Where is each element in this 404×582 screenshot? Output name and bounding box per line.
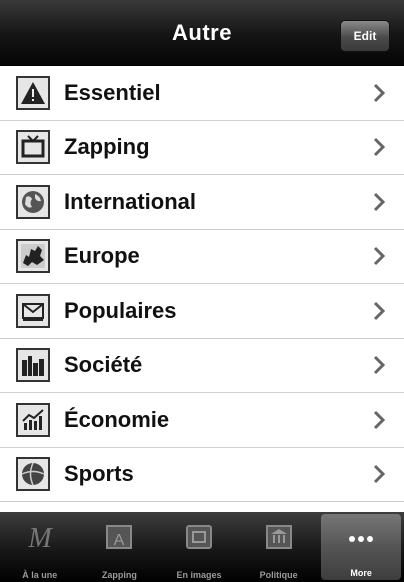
list-item-label: Zapping — [64, 134, 150, 160]
list-item-populaires[interactable]: Populaires — [0, 284, 404, 339]
tab-label: Politique — [259, 570, 298, 580]
globe-icon — [16, 184, 50, 219]
list-item-label: Société — [64, 352, 143, 378]
section-list: Essentiel Zapping International Europe P… — [0, 66, 404, 512]
chevron-right-icon — [373, 410, 386, 429]
list-item-label: Sports — [64, 461, 134, 487]
ball-icon — [16, 457, 50, 492]
m-logo-icon: M — [23, 520, 57, 554]
list-item-label: Populaires — [64, 297, 177, 323]
edit-button[interactable]: Edit — [340, 20, 390, 52]
list-item-societe[interactable]: Société — [0, 338, 404, 393]
chevron-right-icon — [373, 83, 386, 102]
list-item-essentiel[interactable]: Essentiel — [0, 66, 404, 121]
list-item-label: Économie — [64, 406, 170, 432]
europe-map-icon — [16, 239, 50, 274]
list-item-economie[interactable]: Économie — [0, 393, 404, 448]
chevron-right-icon — [373, 138, 386, 157]
list-item-zapping[interactable]: Zapping — [0, 120, 404, 175]
chevron-right-icon — [373, 465, 386, 484]
images-icon — [182, 520, 216, 554]
tab-bar: M À la une A Zapping En images Politique… — [0, 512, 404, 582]
tab-politique[interactable]: Politique — [239, 512, 319, 582]
zapping-icon: A — [102, 520, 136, 554]
tab-label: More — [350, 568, 372, 578]
politique-icon — [262, 520, 296, 554]
tab-label: Zapping — [101, 570, 137, 580]
navigation-bar: Autre Edit — [0, 0, 404, 66]
chevron-right-icon — [373, 301, 386, 320]
chevron-right-icon — [373, 356, 386, 375]
tab-en-images[interactable]: En images — [159, 512, 239, 582]
list-item-europe[interactable]: Europe — [0, 229, 404, 284]
city-icon — [16, 348, 50, 383]
svg-text:M: M — [27, 523, 53, 553]
warning-icon — [16, 75, 50, 110]
svg-text:A: A — [114, 532, 125, 549]
tab-label: À la une — [22, 570, 58, 580]
list-item-partial[interactable] — [0, 502, 404, 512]
list-item-international[interactable]: International — [0, 175, 404, 230]
more-icon — [344, 522, 378, 556]
tv-icon — [16, 130, 50, 165]
envelope-icon — [16, 293, 50, 328]
list-item-label: Essentiel — [64, 79, 161, 105]
list-item-label: Europe — [64, 243, 140, 269]
list-item-sports[interactable]: Sports — [0, 447, 404, 502]
tab-more[interactable]: More — [321, 514, 401, 580]
chevron-right-icon — [373, 247, 386, 266]
tab-zapping[interactable]: A Zapping — [80, 512, 160, 582]
list-item-label: International — [64, 188, 197, 214]
chevron-right-icon — [373, 192, 386, 211]
tab-a-la-une[interactable]: M À la une — [0, 512, 80, 582]
chart-icon — [16, 402, 50, 437]
tab-label: En images — [176, 570, 222, 580]
